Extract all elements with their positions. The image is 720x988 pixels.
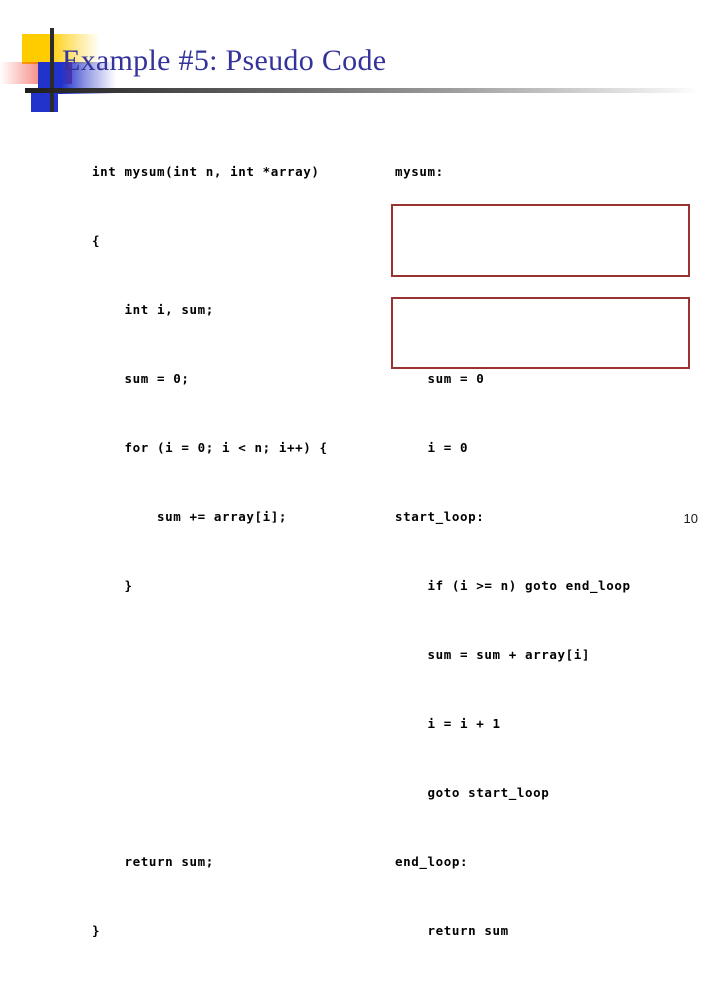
slide-canvas: Example #5: Pseudo Code int mysum(int n,… [0, 0, 720, 938]
code-line: return sum [395, 923, 509, 938]
page-title: Example #5: Pseudo Code [62, 44, 387, 77]
code-line: i = i + 1 [395, 716, 501, 731]
code-block-c: int mysum(int n, int *array) { int i, su… [92, 114, 328, 988]
code-block-pseudo: mysum: sum = 0 i = 0 start_loop: if (i >… [395, 114, 631, 988]
code-line: { [92, 233, 101, 248]
code-line: start_loop: [395, 509, 485, 524]
code-line: if (i >= n) goto end_loop [395, 578, 631, 593]
code-line: } [92, 923, 101, 938]
code-line: end_loop: [395, 854, 469, 869]
code-line: sum = sum + array[i] [395, 647, 591, 662]
code-line: } [92, 578, 133, 593]
code-line: i = 0 [395, 440, 469, 455]
code-line: for (i = 0; i < n; i++) { [92, 440, 328, 455]
code-line: sum += array[i]; [92, 509, 288, 524]
logo-vertical-bar [50, 28, 54, 112]
logo-blue-foot-square [31, 90, 58, 112]
code-line: mysum: [395, 164, 444, 179]
slide-page-number: 10 [683, 511, 698, 526]
code-line: sum = 0 [395, 371, 485, 386]
code-line: int mysum(int n, int *array) [92, 164, 320, 179]
code-line: int i, sum; [92, 302, 214, 317]
title-divider-rule [25, 88, 700, 93]
code-line: return sum; [92, 854, 214, 869]
code-line: goto start_loop [395, 785, 550, 800]
code-line: sum = 0; [92, 371, 190, 386]
